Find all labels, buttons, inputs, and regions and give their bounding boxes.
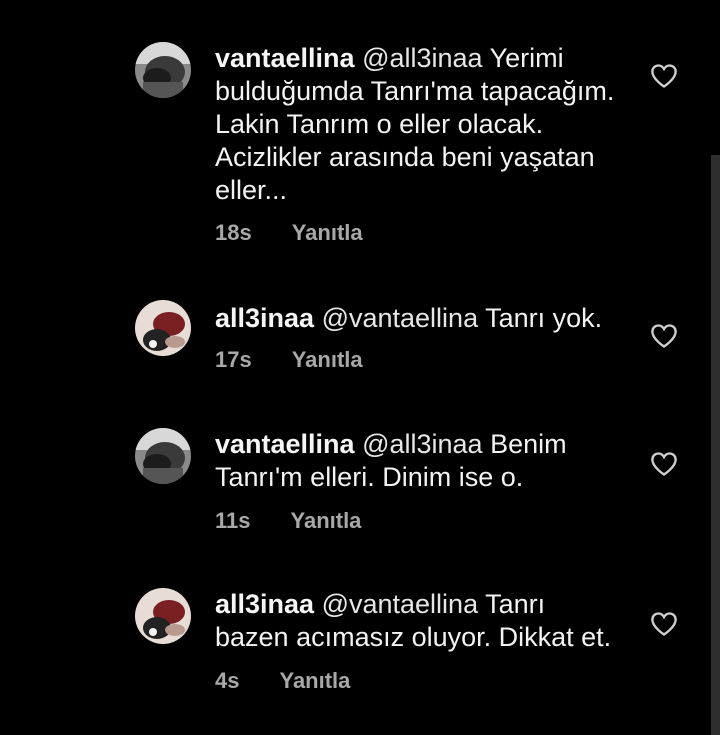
comment-username[interactable]: all3inaa <box>215 303 314 333</box>
avatar[interactable] <box>135 300 191 356</box>
comment-mention[interactable]: @all3inaa <box>362 43 483 73</box>
avatar-photo <box>135 300 191 356</box>
avatar[interactable] <box>135 428 191 484</box>
avatar[interactable] <box>135 588 191 644</box>
reply-button[interactable]: Yanıtla <box>292 347 363 373</box>
comment-text: all3inaa @vantaellina Tanrı yok. <box>215 302 625 335</box>
heart-outline-icon[interactable] <box>650 323 678 349</box>
comment-meta: 11s Yanıtla <box>215 508 361 534</box>
comment-mention[interactable]: @all3inaa <box>362 429 483 459</box>
comment-time: 4s <box>215 668 240 693</box>
heart-outline-icon[interactable] <box>650 611 678 637</box>
comment-text: vantaellina @all3inaa Yerimi bulduğumda … <box>215 42 625 207</box>
comment-time: 18s <box>215 220 252 245</box>
comment-mention[interactable]: @vantaellina <box>322 303 479 333</box>
reply-button[interactable]: Yanıtla <box>279 668 350 694</box>
comment-text: vantaellina @all3inaa Benim Tanrı'm elle… <box>215 428 625 494</box>
scrollbar[interactable] <box>711 155 720 735</box>
avatar-photo <box>135 428 191 484</box>
reply-button[interactable]: Yanıtla <box>292 220 363 246</box>
reply-button[interactable]: Yanıtla <box>291 508 362 534</box>
comment-text: all3inaa @vantaellina Tanrı bazen acımas… <box>215 588 625 654</box>
comment-username[interactable]: all3inaa <box>215 589 314 619</box>
comment-meta: 4s Yanıtla <box>215 668 350 694</box>
avatar[interactable] <box>135 42 191 98</box>
comment-meta: 18s Yanıtla <box>215 220 363 246</box>
avatar-photo <box>135 42 191 98</box>
heart-outline-icon[interactable] <box>650 63 678 89</box>
comment-mention[interactable]: @vantaellina <box>322 589 479 619</box>
comment-time: 17s <box>215 347 252 372</box>
comment-time: 11s <box>215 508 251 533</box>
comment-username[interactable]: vantaellina <box>215 429 355 459</box>
comment-meta: 17s Yanıtla <box>215 347 363 373</box>
comment-username[interactable]: vantaellina <box>215 43 355 73</box>
comment-body: Tanrı yok. <box>478 303 603 333</box>
heart-outline-icon[interactable] <box>650 451 678 477</box>
avatar-photo <box>135 588 191 644</box>
